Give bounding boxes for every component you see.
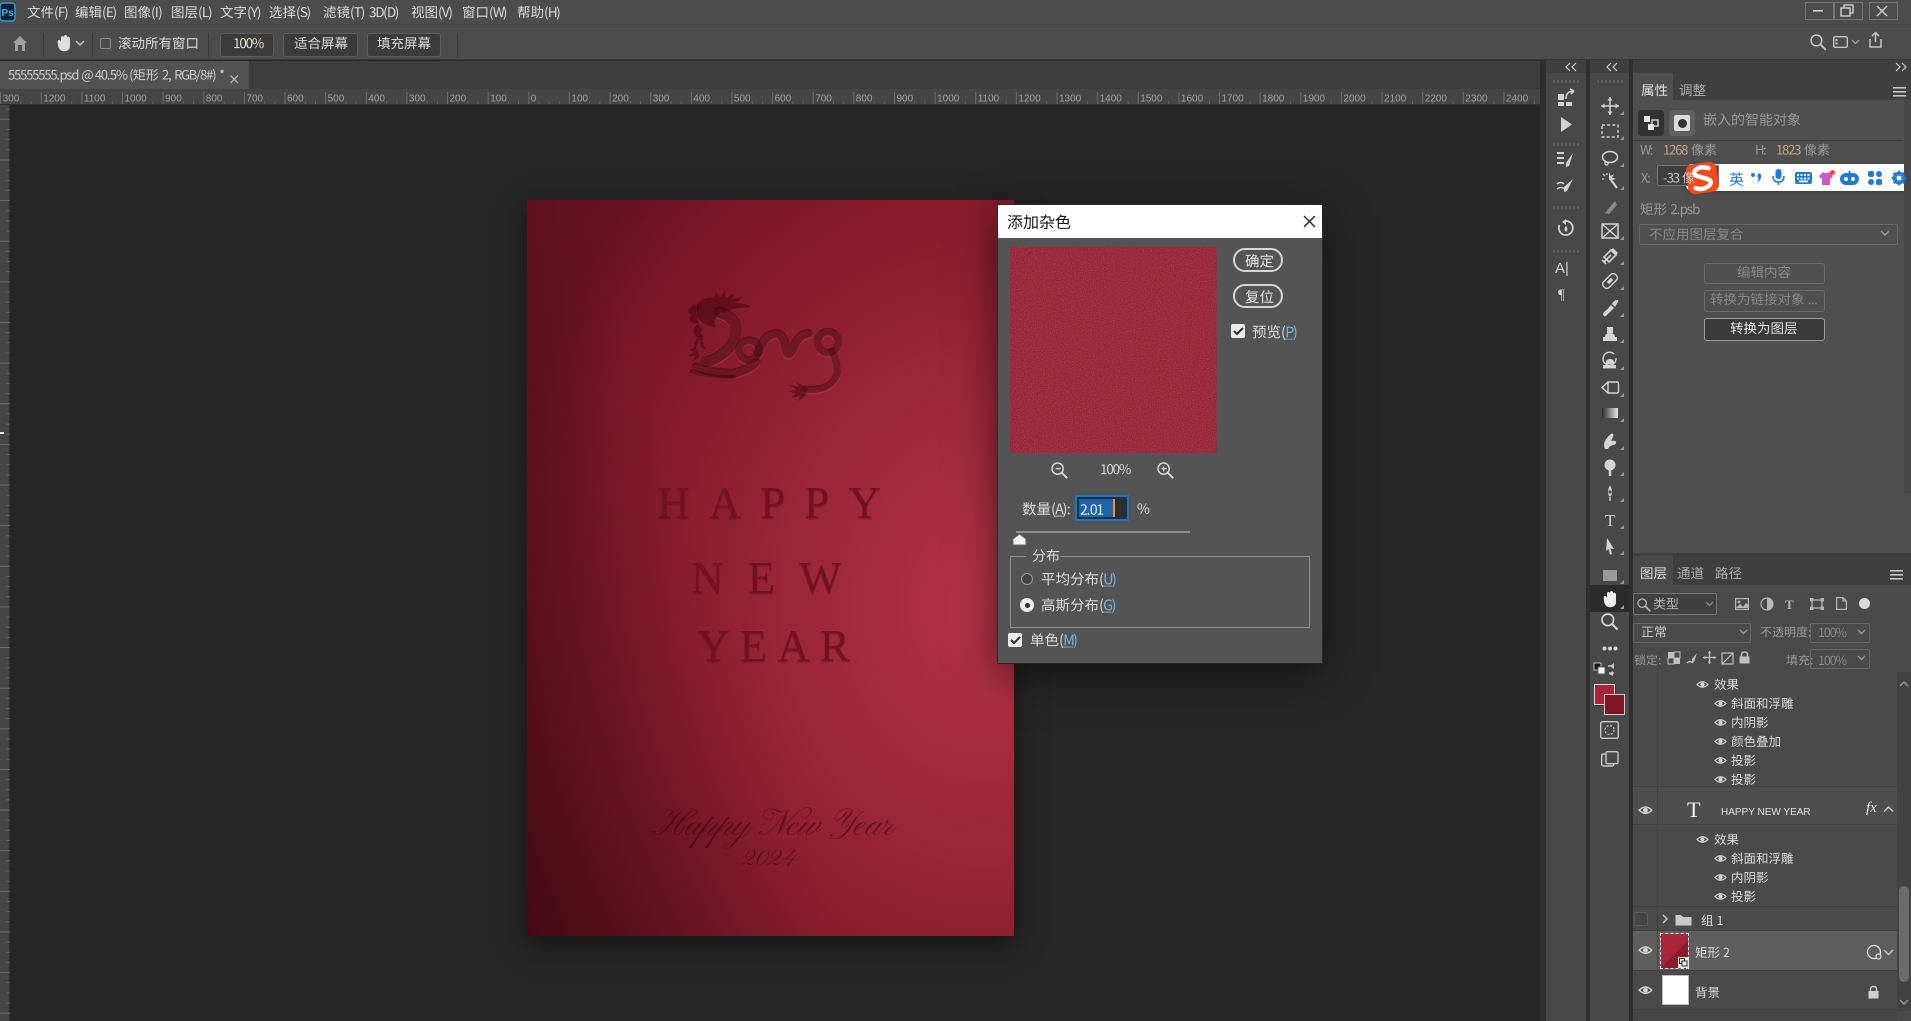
svg-text:2300: 2300 xyxy=(1465,94,1488,105)
svg-text:2000: 2000 xyxy=(1343,94,1366,105)
svg-text:2200: 2200 xyxy=(1425,94,1448,105)
svg-text:1000: 1000 xyxy=(937,94,960,105)
svg-text:Ps: Ps xyxy=(2,8,15,19)
svg-text:1200: 1200 xyxy=(43,94,66,105)
svg-text:1700: 1700 xyxy=(1222,94,1245,105)
svg-text:1500: 1500 xyxy=(1140,94,1163,105)
svg-text:1300: 1300 xyxy=(1059,94,1082,105)
svg-text:0: 0 xyxy=(531,94,537,105)
svg-text:1800: 1800 xyxy=(1262,94,1285,105)
svg-text:1000: 1000 xyxy=(125,94,148,105)
svg-text:T: T xyxy=(1605,511,1616,530)
svg-text:1400: 1400 xyxy=(1100,94,1123,105)
svg-text:1600: 1600 xyxy=(1181,94,1204,105)
svg-text:1900: 1900 xyxy=(1303,94,1326,105)
svg-text:2400: 2400 xyxy=(1506,94,1529,105)
svg-text:2100: 2100 xyxy=(1384,94,1407,105)
svg-text:1200: 1200 xyxy=(1018,94,1041,105)
